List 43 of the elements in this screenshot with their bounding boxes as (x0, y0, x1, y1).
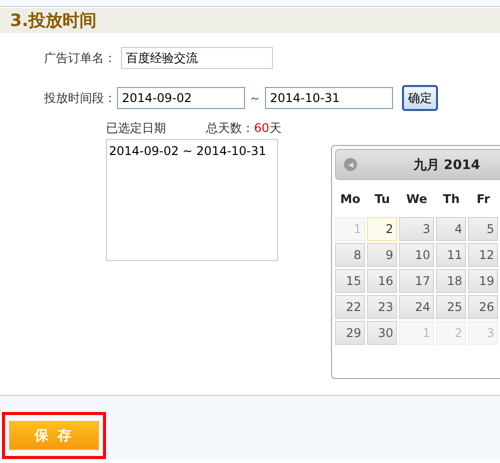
day-cell[interactable]: 9 (367, 243, 398, 267)
day-cell[interactable]: 17 (399, 269, 434, 293)
weekday-label: Mo (339, 190, 362, 208)
selected-dates-label: 已选定日期 (106, 120, 166, 136)
weekday-label: We (405, 190, 428, 208)
day-cell[interactable]: 3 (399, 217, 434, 241)
day-cell[interactable]: 11 (436, 243, 466, 267)
day-cell: 3 (468, 321, 498, 345)
field-label: 广告订单名： (44, 50, 117, 66)
day-cell[interactable]: 26 (468, 295, 498, 319)
range-separator: ～ (249, 90, 261, 106)
day-cell[interactable]: 5 (468, 217, 498, 241)
day-cell: 2 (436, 321, 466, 345)
end-date-field[interactable]: 2014-10-31 (265, 87, 393, 109)
day-cell[interactable]: 30 (367, 321, 398, 345)
day-cell[interactable]: 18 (436, 269, 466, 293)
day-cell[interactable]: 22 (335, 295, 366, 319)
field-label: 投放时间段： (44, 90, 117, 106)
start-date-field[interactable]: 2014-09-02 (117, 87, 245, 109)
date-range-entry[interactable]: 2014-09-02 ~ 2014-10-31 (109, 144, 266, 158)
day-cell[interactable]: 4 (436, 217, 466, 241)
day-cell[interactable]: 15 (335, 269, 366, 293)
day-cell[interactable]: 10 (399, 243, 434, 267)
section-title: 3.投放时间 (10, 10, 96, 32)
day-cell[interactable]: 2 (367, 217, 398, 241)
order-name-field[interactable]: 百度经验交流 (121, 47, 273, 69)
weekday-label: Fr (476, 190, 491, 208)
day-cell[interactable]: 25 (436, 295, 466, 319)
weekday-label: Tu (374, 190, 391, 208)
day-cell[interactable]: 8 (335, 243, 366, 267)
day-cell[interactable]: 24 (399, 295, 434, 319)
total-days-text: 总天数：60天 (206, 120, 282, 136)
day-cell[interactable]: 19 (468, 269, 498, 293)
month-title: 九月 2014 (413, 156, 480, 174)
day-cell[interactable]: 16 (367, 269, 398, 293)
confirm-button[interactable]: 确定 (402, 85, 438, 111)
day-cell: 1 (399, 321, 434, 345)
selected-dates-list[interactable]: 2014-09-02 ~ 2014-10-31 (106, 139, 278, 261)
day-cell[interactable]: 23 (367, 295, 398, 319)
day-cell: 1 (335, 217, 366, 241)
weekday-label: Th (442, 190, 461, 208)
day-cell[interactable]: 29 (335, 321, 366, 345)
day-cell[interactable]: 12 (468, 243, 498, 267)
